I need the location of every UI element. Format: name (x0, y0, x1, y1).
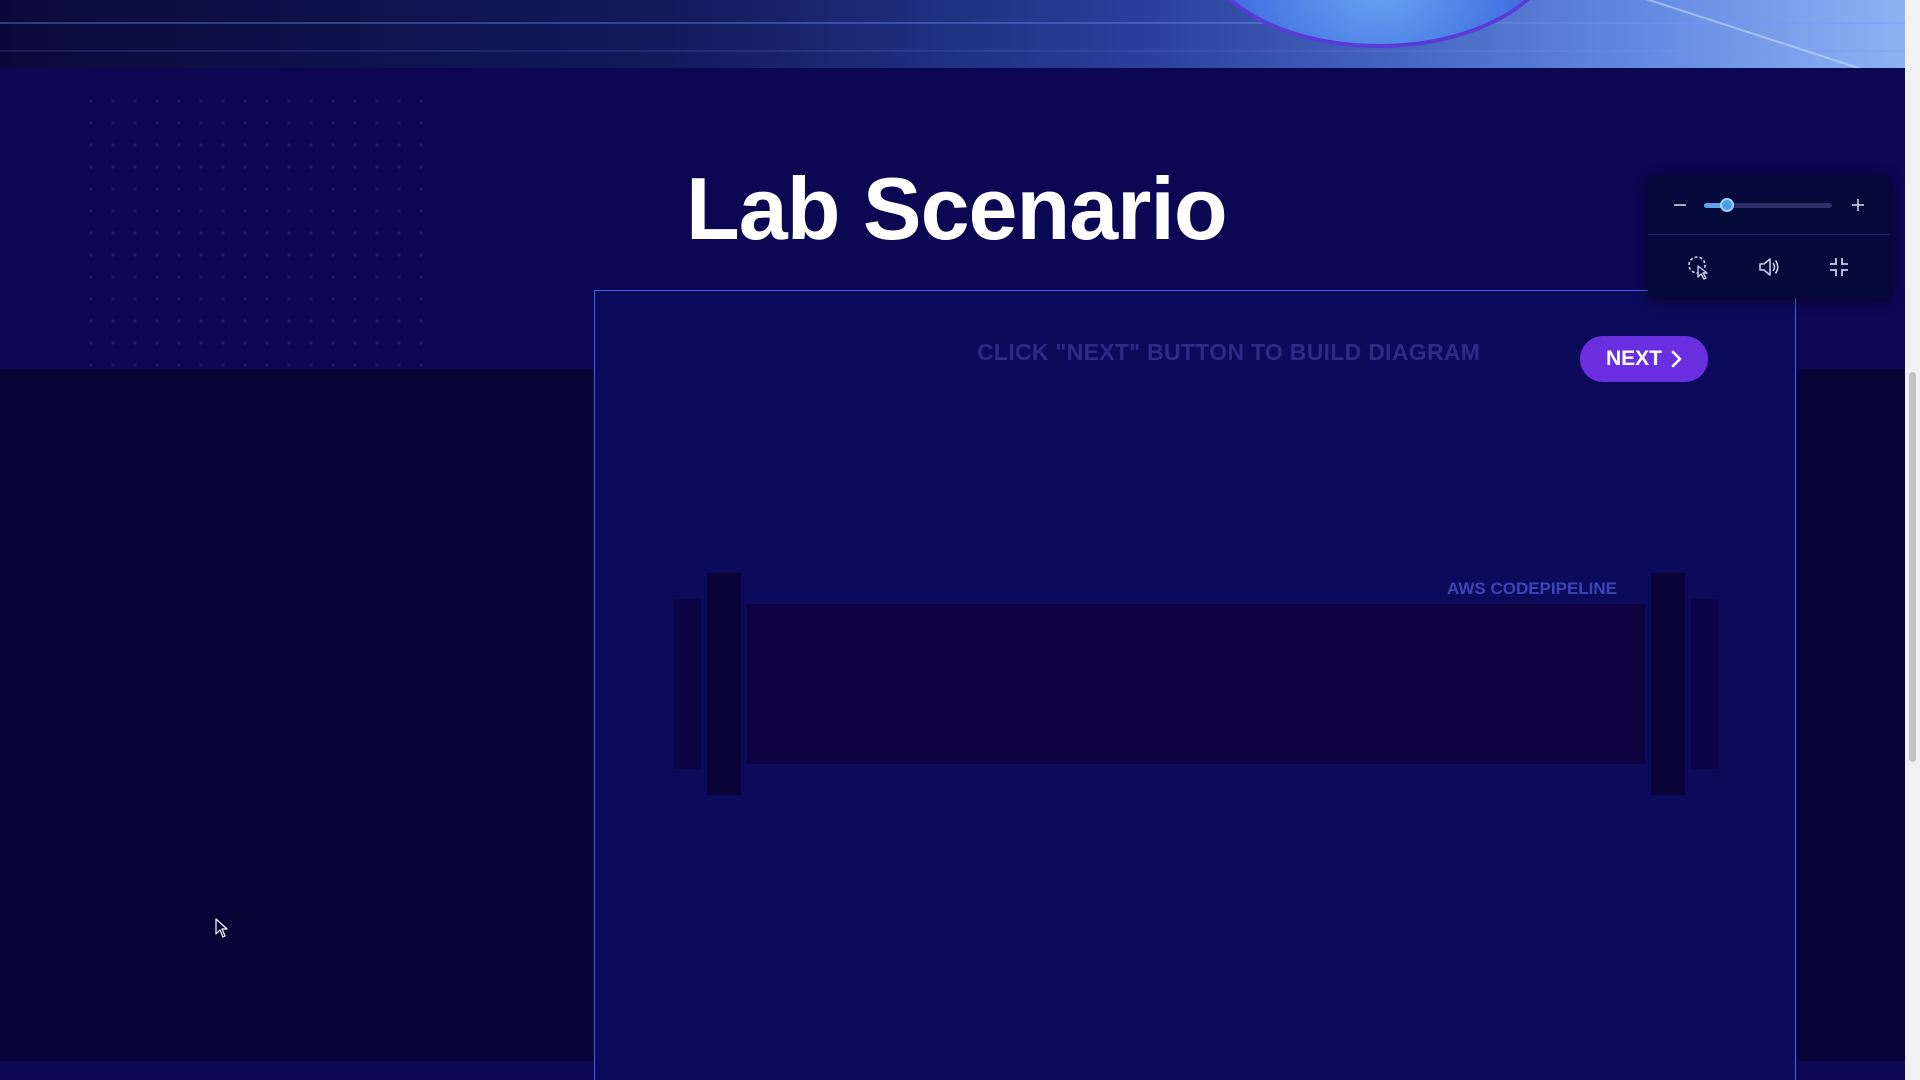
background-texture (80, 90, 440, 370)
right-shaded-area (1798, 369, 1905, 1061)
next-button-label: NEXT (1605, 347, 1662, 370)
zoom-in-button[interactable] (1844, 191, 1872, 219)
zoom-out-button[interactable] (1666, 191, 1694, 219)
zoom-slider-thumb[interactable] (1720, 198, 1735, 212)
media-controls-popup (1648, 176, 1890, 298)
hero-circle-graphic (1200, 0, 1558, 48)
minus-icon (1674, 204, 1686, 206)
pipeline-label: AWS CODEPIPELINE (1447, 579, 1618, 598)
zoom-control-row (1648, 176, 1890, 235)
scrollbar-thumb[interactable] (1909, 372, 1916, 762)
pipeline-container (747, 604, 1645, 764)
exit-fullscreen-icon (1830, 258, 1848, 276)
exit-fullscreen-button[interactable] (1825, 253, 1853, 281)
chevron-right-icon (1671, 350, 1682, 368)
diagram-instruction: CLICK "NEXT" BUTTON TO BUILD DIAGRAM (977, 339, 1481, 365)
cursor-highlight-button[interactable] (1685, 253, 1713, 281)
page-scrollbar[interactable] (1905, 0, 1920, 1080)
left-shaded-area (0, 369, 594, 1061)
plus-icon (1852, 199, 1864, 211)
diagram-bracket-left-inner (707, 573, 741, 795)
cursor-highlight-icon (1688, 256, 1708, 280)
diagram-bracket-left-outer (673, 599, 701, 769)
diagram-panel: CLICK "NEXT" BUTTON TO BUILD DIAGRAM NEX… (594, 290, 1796, 1080)
zoom-slider[interactable] (1704, 198, 1832, 212)
hero-banner-image (0, 0, 1905, 68)
mouse-cursor-icon (215, 918, 228, 938)
volume-button[interactable] (1755, 253, 1783, 281)
next-button[interactable]: NEXT (1580, 336, 1708, 382)
diagram-bracket-right-outer (1691, 599, 1719, 769)
diagram-bracket-right-inner (1651, 573, 1685, 795)
page-title: Lab Scenario (686, 159, 1228, 258)
volume-icon (1759, 258, 1779, 276)
lab-page: Lab Scenario CLICK "NEXT" BUTTON TO BUIL… (0, 0, 1920, 1080)
